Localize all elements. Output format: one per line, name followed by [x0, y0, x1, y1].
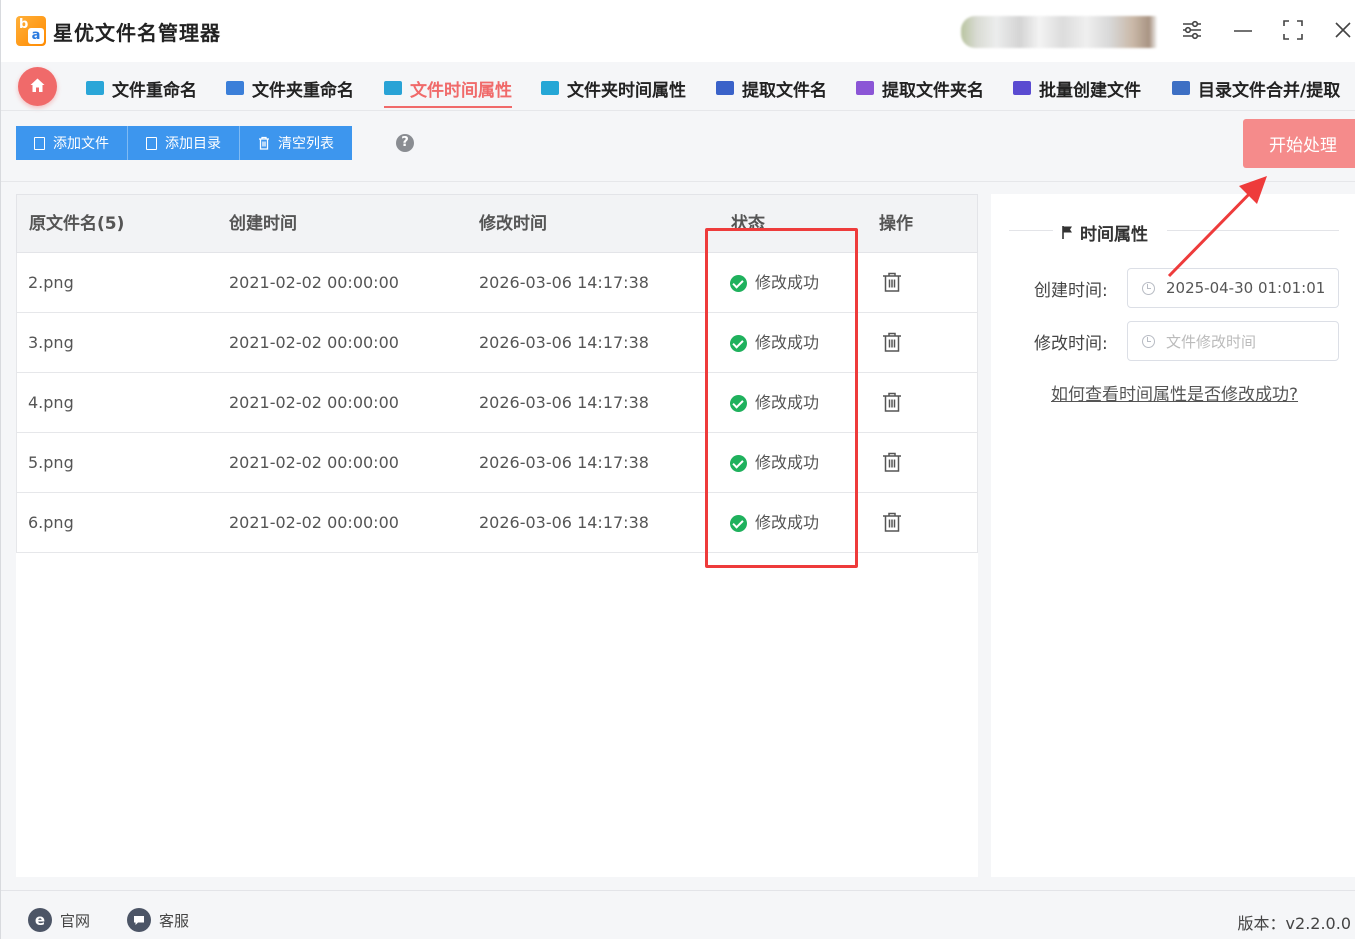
maximize-icon[interactable] — [1280, 18, 1306, 44]
tab-file-rename[interactable]: 文件重命名 — [86, 70, 197, 106]
status-highlight-box — [705, 228, 858, 568]
cell-created: 2021-02-02 00:00:00 — [229, 513, 399, 532]
tab-folder-time[interactable]: 文件夹时间属性 — [541, 70, 686, 106]
tab-merge-extract[interactable]: 目录文件合并/提取 — [1172, 70, 1340, 106]
cell-modified: 2026-03-06 14:17:38 — [479, 513, 649, 532]
panel-title: 时间属性 — [1061, 220, 1148, 245]
file-icon — [146, 136, 157, 150]
column-header-action[interactable]: 操作 — [879, 195, 913, 254]
support-label: 客服 — [159, 911, 190, 930]
column-header-created[interactable]: 创建时间 — [229, 195, 297, 254]
trash-icon — [259, 136, 269, 150]
help-icon[interactable]: ? — [396, 134, 414, 152]
app-title: 星优文件名管理器 — [53, 21, 221, 45]
file-rename-icon — [86, 81, 104, 95]
clock-icon — [1142, 281, 1155, 295]
time-attribute-panel: 时间属性 创建时间: 2025-04-30 01:01:01 修改时间: 文件修… — [991, 194, 1355, 877]
minimize-icon[interactable] — [1230, 18, 1256, 44]
column-header-modified[interactable]: 修改时间 — [479, 195, 547, 254]
website-label: 官网 — [60, 911, 91, 930]
home-icon — [30, 78, 45, 92]
delete-trash-icon[interactable] — [881, 511, 903, 533]
logo-letter-a: a — [28, 28, 44, 44]
app-window: b a 星优文件名管理器 文件重命名 文件夹重命名 文件时间属性 文件夹时间属性… — [0, 0, 1355, 939]
cell-modified: 2026-03-06 14:17:38 — [479, 393, 649, 412]
cell-filename: 2.png — [28, 273, 74, 292]
cell-filename: 5.png — [28, 453, 74, 472]
created-time-label: 创建时间: — [1034, 281, 1108, 301]
website-link[interactable]: e 官网 — [28, 908, 90, 932]
tab-label: 提取文件名 — [742, 80, 827, 101]
support-link[interactable]: 客服 — [127, 908, 189, 932]
add-file-button[interactable]: 添加文件 — [16, 126, 128, 160]
modified-time-label: 修改时间: — [1034, 334, 1108, 354]
panel-title-text: 时间属性 — [1080, 225, 1148, 245]
tab-label: 文件夹时间属性 — [567, 80, 686, 101]
tab-label: 目录文件合并/提取 — [1198, 80, 1341, 101]
modified-time-input[interactable]: 文件修改时间 — [1127, 321, 1339, 361]
cell-created: 2021-02-02 00:00:00 — [229, 453, 399, 472]
version-label: 版本：v2.2.0.0 — [1237, 914, 1351, 933]
clock-icon — [1142, 334, 1155, 348]
modified-time-placeholder: 文件修改时间 — [1166, 332, 1257, 351]
cell-modified: 2026-03-06 14:17:38 — [479, 453, 649, 472]
panel-title-divider-left — [1009, 230, 1053, 231]
clear-list-label: 清空列表 — [278, 136, 334, 152]
cell-modified: 2026-03-06 14:17:38 — [479, 273, 649, 292]
tab-label: 文件夹重命名 — [252, 80, 354, 101]
folder-rename-icon — [226, 81, 244, 95]
tab-extract-foldername[interactable]: 提取文件夹名 — [856, 70, 984, 106]
tab-label: 文件时间属性 — [410, 80, 512, 101]
browser-e-icon: e — [28, 908, 52, 932]
tab-batch-create[interactable]: 批量创建文件 — [1013, 70, 1141, 106]
home-button[interactable] — [18, 67, 57, 106]
delete-trash-icon[interactable] — [881, 331, 903, 353]
cell-created: 2021-02-02 00:00:00 — [229, 333, 399, 352]
file-time-icon — [384, 81, 402, 95]
cell-filename: 6.png — [28, 513, 74, 532]
clear-list-button[interactable]: 清空列表 — [240, 126, 352, 160]
toolbar-divider — [1, 181, 1355, 182]
batch-create-icon — [1013, 81, 1031, 95]
flag-icon — [1062, 226, 1072, 239]
title-bar: b a 星优文件名管理器 — [1, 0, 1355, 62]
app-logo-icon: b a — [16, 16, 46, 46]
extract-foldername-icon — [856, 81, 874, 95]
delete-trash-icon[interactable] — [881, 451, 903, 473]
annotation-arrow — [1167, 176, 1267, 278]
start-processing-button[interactable]: 开始处理 — [1243, 119, 1355, 168]
user-avatar-blurred[interactable] — [961, 16, 1157, 48]
tab-extract-filename[interactable]: 提取文件名 — [716, 70, 827, 106]
cell-created: 2021-02-02 00:00:00 — [229, 273, 399, 292]
tab-label: 提取文件夹名 — [882, 80, 984, 101]
cell-created: 2021-02-02 00:00:00 — [229, 393, 399, 412]
add-directory-button[interactable]: 添加目录 — [128, 126, 240, 160]
chat-bubble-icon — [127, 908, 151, 932]
cell-filename: 3.png — [28, 333, 74, 352]
tab-label: 文件重命名 — [112, 80, 197, 101]
footer-divider — [1, 890, 1355, 891]
nav-divider — [1, 110, 1355, 111]
close-icon[interactable] — [1330, 18, 1355, 44]
toolbar: 添加文件 添加目录 清空列表 — [16, 126, 352, 160]
tab-file-time[interactable]: 文件时间属性 — [384, 70, 512, 108]
add-file-label: 添加文件 — [53, 136, 109, 152]
extract-filename-icon — [716, 81, 734, 95]
delete-trash-icon[interactable] — [881, 271, 903, 293]
add-directory-label: 添加目录 — [165, 136, 221, 152]
column-header-filename[interactable]: 原文件名(5) — [29, 195, 124, 254]
tab-label: 批量创建文件 — [1039, 80, 1141, 101]
folder-time-icon — [541, 81, 559, 95]
settings-icon[interactable] — [1179, 18, 1205, 44]
file-icon — [34, 136, 45, 150]
cell-filename: 4.png — [28, 393, 74, 412]
cell-modified: 2026-03-06 14:17:38 — [479, 333, 649, 352]
logo-letter-b: b — [19, 17, 29, 32]
help-link[interactable]: 如何查看时间属性是否修改成功? — [1051, 380, 1298, 405]
delete-trash-icon[interactable] — [881, 391, 903, 413]
tab-folder-rename[interactable]: 文件夹重命名 — [226, 70, 354, 106]
merge-extract-icon — [1172, 81, 1190, 95]
